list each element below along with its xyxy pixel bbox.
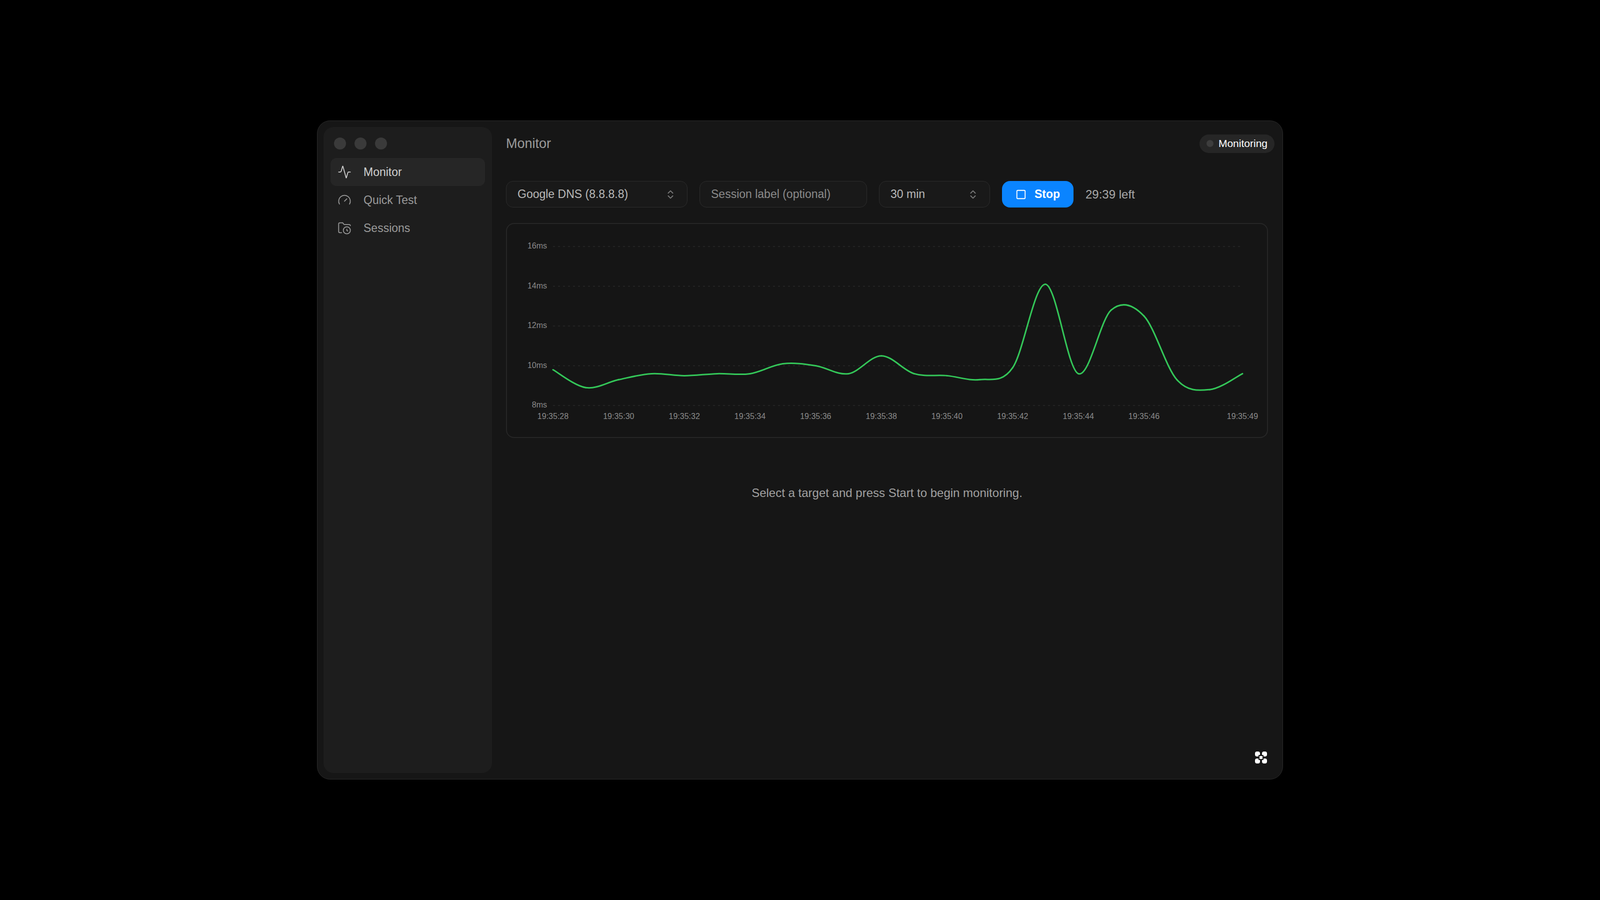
x-tick: 19:35:36 xyxy=(800,412,831,421)
latency-line-segment xyxy=(881,356,915,374)
y-tick: 12ms xyxy=(527,321,1243,330)
latency-line-segment xyxy=(1078,310,1112,374)
latency-line-segment xyxy=(586,379,619,388)
stop-button[interactable]: Stop xyxy=(1002,181,1074,208)
svg-text:16ms: 16ms xyxy=(527,241,547,250)
latency-line-segment xyxy=(717,373,750,374)
x-tick: 19:35:49 xyxy=(1227,412,1258,421)
x-tick: 19:35:42 xyxy=(997,412,1028,421)
latency-chart: 16ms 14ms 12ms 10ms 8ms 19:35:28 19:35:30 19:35… xyxy=(507,224,1267,437)
sidebar-item[interactable]: Monitor xyxy=(330,158,485,186)
traffic-lights xyxy=(330,127,485,150)
close-button[interactable] xyxy=(334,137,346,150)
x-tick: 19:35:44 xyxy=(1063,412,1094,421)
stop-icon xyxy=(1015,189,1027,200)
latency-line-segment xyxy=(1111,304,1144,316)
x-tick: 19:35:40 xyxy=(931,412,963,421)
latency-line-segment xyxy=(684,373,718,376)
latency-line-segment xyxy=(914,373,947,376)
duration-select[interactable]: 30 min xyxy=(879,181,990,208)
latency-line-segment xyxy=(1012,284,1046,368)
sidebar: MonitorQuick TestSessions xyxy=(323,127,492,773)
y-tick: 14ms xyxy=(527,281,1243,290)
sidebar-item[interactable]: Sessions xyxy=(330,214,485,242)
latency-line-segment xyxy=(1209,373,1243,390)
sidebar-item[interactable]: Quick Test xyxy=(330,186,485,214)
target-select[interactable]: Google DNS (8.8.8.8) xyxy=(506,181,688,208)
latency-line-segment xyxy=(815,366,849,374)
svg-text:10ms: 10ms xyxy=(527,361,547,370)
svg-text:14ms: 14ms xyxy=(527,281,547,290)
latency-line-segment xyxy=(783,363,816,366)
latency-line-segment xyxy=(750,364,783,374)
latency-line-segment xyxy=(553,369,586,388)
latency-line-segment xyxy=(651,373,685,376)
empty-message: Select a target and press Start to begin… xyxy=(506,484,1268,502)
x-tick: 19:35:30 xyxy=(603,412,634,421)
x-tick: 19:35:38 xyxy=(866,412,897,421)
time-left: 29:39 left xyxy=(1085,185,1135,204)
app-logo-icon[interactable] xyxy=(1254,750,1268,765)
x-tick: 19:35:32 xyxy=(669,412,700,421)
session-label-input[interactable]: Session label (optional) xyxy=(699,181,867,208)
x-tick: 19:35:34 xyxy=(734,412,766,421)
main-panel: Monitor Monitoring Google DNS (8.8.8.8) Ses… xyxy=(492,127,1277,773)
sidebar-list: MonitorQuick TestSessions xyxy=(330,158,485,242)
sidebar-item-icon xyxy=(337,193,352,207)
desktop: MonitorQuick TestSessionsMonitorMonitori… xyxy=(0,0,1600,900)
latency-line-segment xyxy=(1177,379,1210,390)
sidebar-item-icon xyxy=(337,165,352,179)
latency-line-segment xyxy=(618,373,652,380)
y-tick: 10ms xyxy=(527,361,1243,370)
chevrons-icon xyxy=(967,189,979,200)
y-tick: 8ms xyxy=(532,400,1243,409)
minimize-button[interactable] xyxy=(354,137,367,150)
zoom-button[interactable] xyxy=(375,137,387,150)
latency-line-segment xyxy=(1144,316,1177,380)
svg-text:12ms: 12ms xyxy=(527,321,547,330)
chevrons-icon xyxy=(665,189,676,200)
latency-line-segment xyxy=(848,356,882,374)
status-dot xyxy=(1206,140,1214,147)
x-tick: 19:35:28 xyxy=(537,412,569,421)
chart-panel: 16ms 14ms 12ms 10ms 8ms 19:35:28 19:35:30 19:35… xyxy=(506,223,1268,438)
x-tick: 19:35:46 xyxy=(1128,412,1160,421)
header: Monitor Monitoring xyxy=(506,127,1275,160)
latency-line-segment xyxy=(947,375,980,380)
page-title: Monitor xyxy=(506,133,551,154)
latency-line-segment xyxy=(980,367,1013,380)
app-window: MonitorQuick TestSessionsMonitorMonitori… xyxy=(317,120,1283,780)
y-tick: 16ms xyxy=(527,241,1243,250)
sidebar-item-icon xyxy=(337,221,352,235)
status-badge: Monitoring xyxy=(1199,134,1275,153)
svg-text:8ms: 8ms xyxy=(532,400,547,409)
latency-line-segment xyxy=(1045,284,1079,374)
controls-row: Google DNS (8.8.8.8) Session label (optio… xyxy=(506,181,1268,208)
